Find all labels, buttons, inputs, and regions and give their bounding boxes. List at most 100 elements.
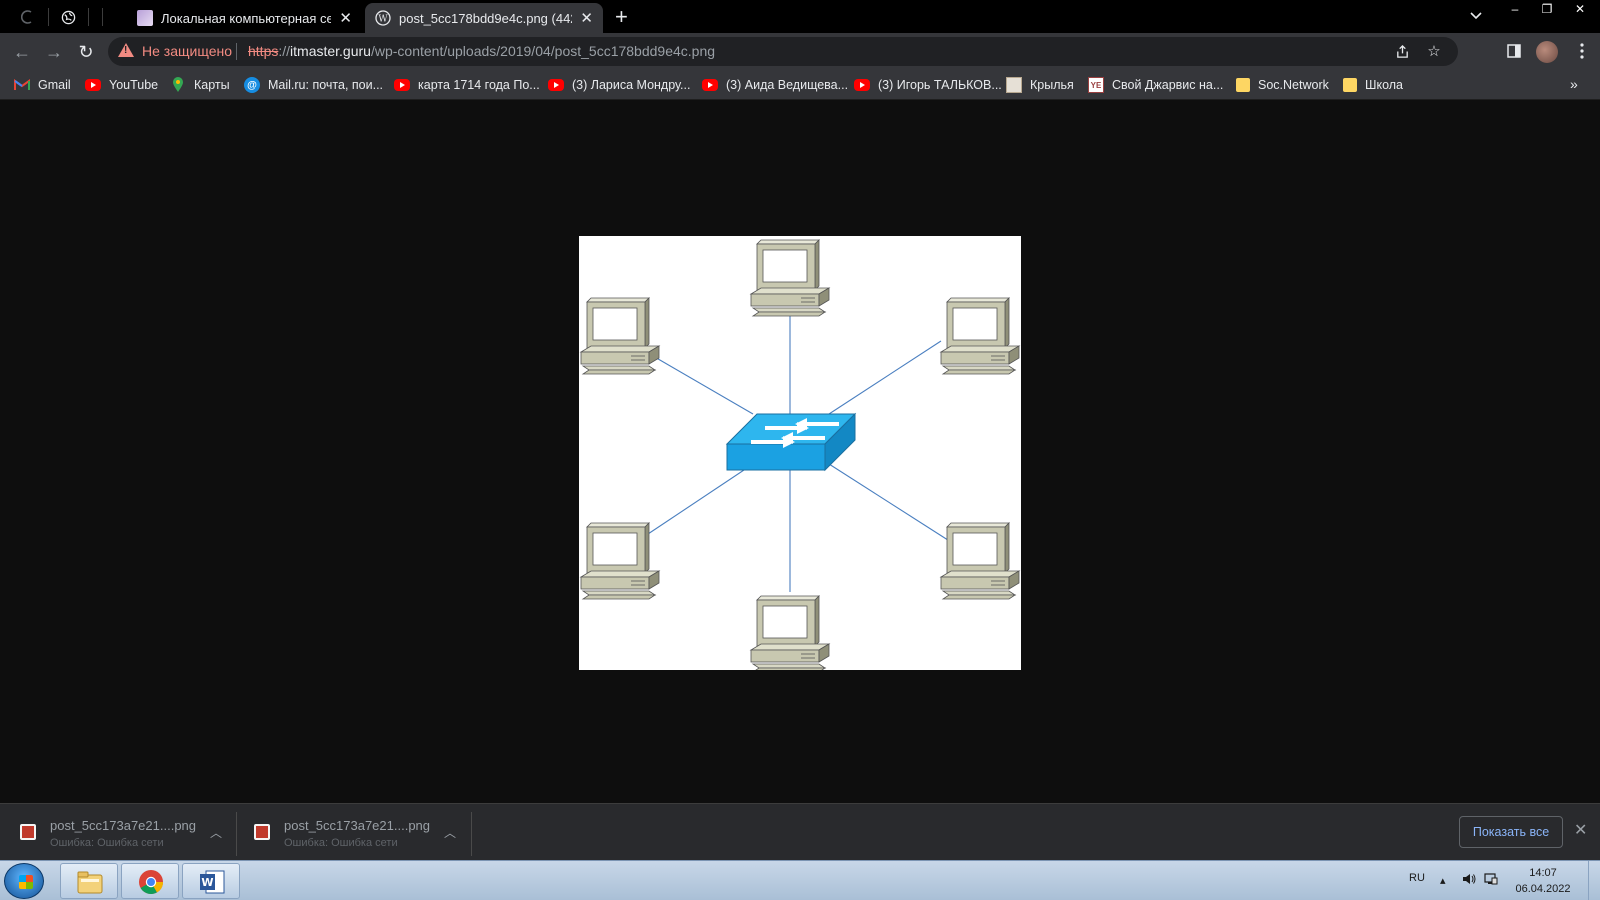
windows-logo-icon [19, 875, 33, 889]
windows-taskbar: W RU ▴ 14:07 06.04.2022 [0, 860, 1600, 900]
mailru-icon: @ [244, 77, 260, 93]
bookmark-map-1714[interactable]: карта 1714 года По... [394, 75, 540, 95]
bookmark-youtube[interactable]: YouTube [85, 75, 158, 95]
page-icon: YE [1088, 77, 1104, 93]
security-status[interactable]: Не защищено [142, 43, 232, 59]
profile-avatar[interactable] [1536, 41, 1558, 63]
new-tab-button[interactable]: + [615, 4, 628, 30]
taskbar-explorer[interactable] [60, 863, 118, 899]
page-icon [1006, 77, 1022, 93]
download-filename: post_5cc173a7e21....png [50, 818, 197, 833]
tab-search-button[interactable] [1470, 7, 1482, 23]
network-switch-icon [725, 412, 857, 472]
svg-text:W: W [378, 15, 388, 25]
site-favicon-icon [137, 10, 153, 26]
bookmark-larisa[interactable]: (3) Лариса Мондру... [548, 75, 690, 95]
url-text[interactable]: https://itmaster.guru/wp-content/uploads… [248, 43, 715, 59]
minimize-button[interactable]: – [1500, 0, 1530, 18]
address-separator [236, 43, 237, 60]
bookmark-label: Mail.ru: почта, пои... [268, 78, 384, 92]
bookmark-maps[interactable]: Карты [170, 75, 230, 95]
bookmark-label: (3) Игорь ТАЛЬКОВ... [878, 78, 1002, 92]
restore-button[interactable]: ❐ [1532, 0, 1562, 18]
bookmark-label: Карты [194, 78, 230, 92]
reload-button[interactable]: ↻ [75, 41, 97, 63]
tab-close-button[interactable]: ✕ [580, 9, 593, 27]
download-item[interactable]: post_5cc173a7e21....png Ошибка: Ошибка с… [20, 812, 230, 854]
word-icon: W [200, 870, 225, 894]
system-clock[interactable]: 14:07 06.04.2022 [1508, 865, 1578, 897]
network-icon[interactable] [1484, 873, 1498, 889]
youtube-icon [85, 79, 101, 91]
tab-image-post[interactable]: W post_5cc178bdd9e4c.png (442×434) ✕ [365, 3, 603, 33]
svg-text:W: W [201, 876, 213, 889]
bookmark-mailru[interactable]: @ Mail.ru: почта, пои... [244, 75, 383, 95]
side-panel-icon[interactable] [1504, 41, 1524, 61]
show-all-downloads-button[interactable]: Показать все [1459, 816, 1563, 848]
warning-mark: ! [124, 45, 128, 56]
folder-explorer-icon [77, 871, 103, 894]
network-diagram-image[interactable] [579, 236, 1021, 673]
chevron-up-icon[interactable]: ︿ [210, 824, 222, 841]
youtube-icon [702, 79, 718, 91]
volume-icon[interactable] [1462, 873, 1476, 888]
url-path: /wp-content/uploads/2019/04/post_5cc178b… [370, 43, 716, 59]
gmail-icon [14, 77, 30, 93]
folder-icon [1236, 78, 1250, 92]
bookmarks-bar: Gmail YouTube Карты @ Mail.ru: почта, по… [0, 70, 1600, 100]
tab-close-button[interactable]: ✕ [339, 9, 352, 27]
clock-date: 06.04.2022 [1515, 883, 1571, 895]
bookmark-aida[interactable]: (3) Аида Ведищева... [702, 75, 848, 95]
download-item[interactable]: post_5cc173a7e21....png Ошибка: Ошибка с… [254, 812, 464, 854]
computer-bottom-right [940, 522, 1020, 600]
tab-divider [48, 8, 49, 26]
star-topology-diagram [580, 239, 1020, 673]
chrome-icon [139, 870, 163, 895]
close-window-button[interactable]: ✕ [1563, 0, 1597, 18]
download-shelf: post_5cc173a7e21....png Ошибка: Ошибка с… [0, 803, 1600, 860]
url-scheme: https [248, 43, 279, 59]
tab-divider [102, 8, 103, 26]
wordpress-icon: W [375, 10, 391, 26]
browser-toolbar: ← → ↻ ! Не защищено https://itmaster.gur… [0, 33, 1600, 70]
start-button[interactable] [4, 863, 44, 899]
address-bar[interactable]: ! Не защищено https://itmaster.guru/wp-c… [108, 37, 1458, 66]
bookmark-label: Gmail [38, 78, 71, 92]
computer-top-right [940, 297, 1020, 375]
back-button[interactable]: ← [11, 41, 33, 63]
bookmark-shkola[interactable]: Школа [1343, 75, 1403, 95]
taskbar-word[interactable]: W [182, 863, 240, 899]
tab-strip: Локальная компьютерная сеть: что это так… [0, 0, 1600, 33]
tray-expand-button[interactable]: ▴ [1440, 874, 1446, 887]
bookmark-label: Крылья [1030, 78, 1074, 92]
bookmark-gmail[interactable]: Gmail [14, 75, 71, 95]
bookmark-label: Школа [1365, 78, 1403, 92]
bookmark-label: YouTube [109, 78, 159, 92]
tab-title: Локальная компьютерная сеть: что это так… [161, 10, 332, 26]
bookmark-jarvis[interactable]: YE Свой Джарвис на... [1088, 75, 1223, 95]
globe-icon[interactable] [58, 6, 78, 28]
tab-divider [88, 8, 89, 26]
bookmark-igor[interactable]: (3) Игорь ТАЛЬКОВ... [854, 75, 1002, 95]
forward-button[interactable]: → [43, 41, 65, 63]
chevron-up-icon[interactable]: ︿ [444, 824, 456, 841]
tab-local-network[interactable]: Локальная компьютерная сеть: что это так… [127, 3, 362, 33]
taskbar-chrome[interactable] [121, 863, 179, 899]
image-file-icon [254, 824, 270, 840]
close-shelf-button[interactable]: ✕ [1574, 820, 1587, 840]
share-icon[interactable] [1392, 41, 1412, 61]
download-status: Ошибка: Ошибка сети [50, 837, 164, 849]
bookmarks-overflow-button[interactable]: » [1570, 76, 1578, 92]
show-desktop-button[interactable] [1588, 861, 1600, 900]
language-indicator[interactable]: RU [1409, 872, 1425, 884]
download-filename: post_5cc173a7e21....png [284, 818, 431, 833]
computer-top-left [580, 297, 660, 375]
menu-kebab-icon[interactable] [1572, 41, 1592, 61]
bookmark-star-icon[interactable]: ☆ [1424, 41, 1444, 61]
clock-time: 14:07 [1529, 867, 1557, 879]
image-file-icon [20, 824, 36, 840]
url-scheme-separator: :// [278, 43, 291, 59]
bookmark-label: (3) Аида Ведищева... [726, 78, 849, 92]
bookmark-krylya[interactable]: Крылья [1006, 75, 1074, 95]
bookmark-socnetwork[interactable]: Soc.Network [1236, 75, 1329, 95]
